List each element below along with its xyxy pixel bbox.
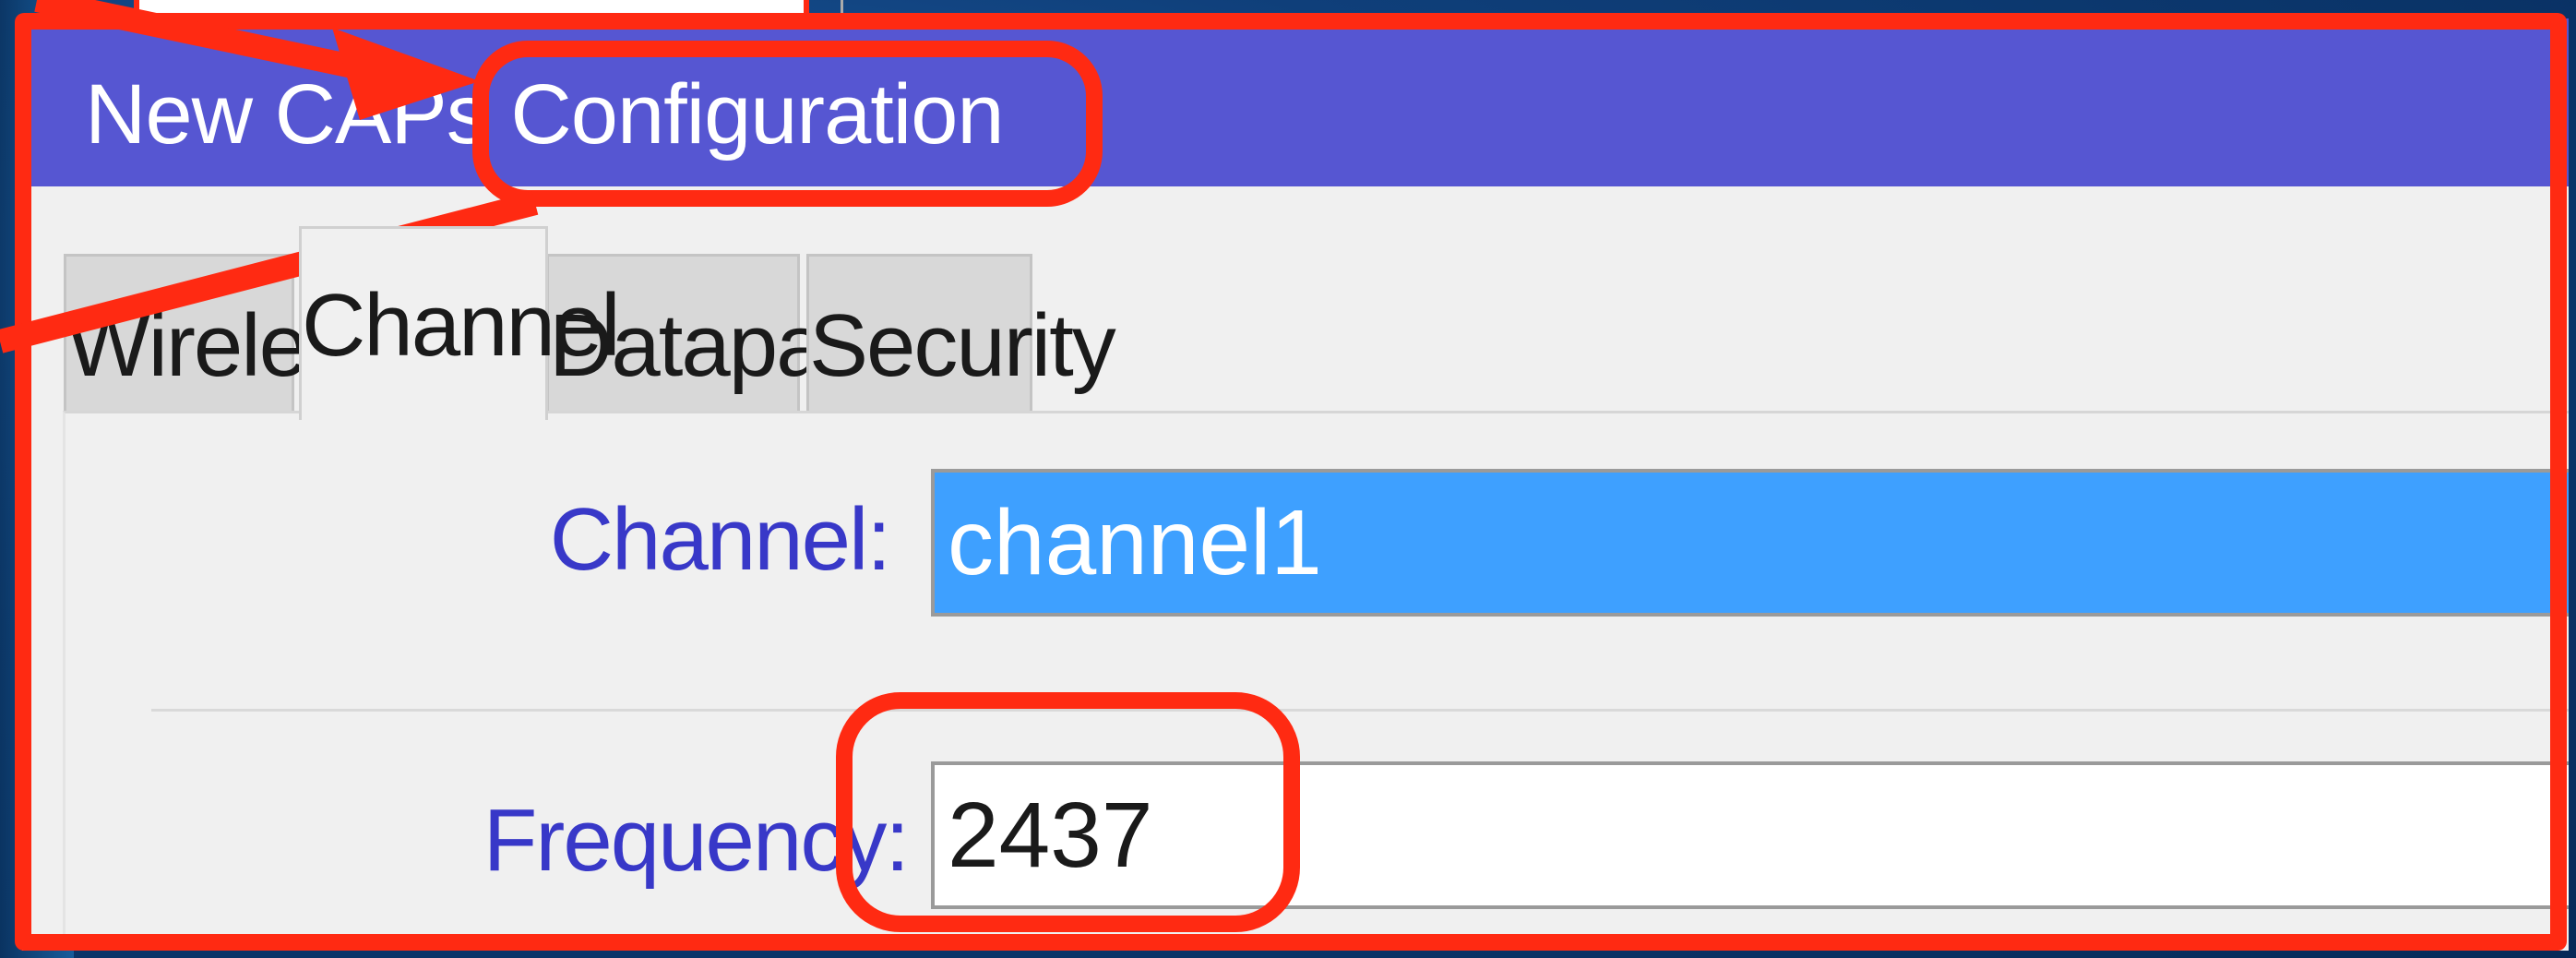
tab-channel-label: Channel	[302, 276, 621, 375]
tab-channel[interactable]: Channel	[299, 226, 621, 420]
annotation-arrows	[0, 0, 539, 353]
arrow-to-title	[34, 0, 480, 120]
